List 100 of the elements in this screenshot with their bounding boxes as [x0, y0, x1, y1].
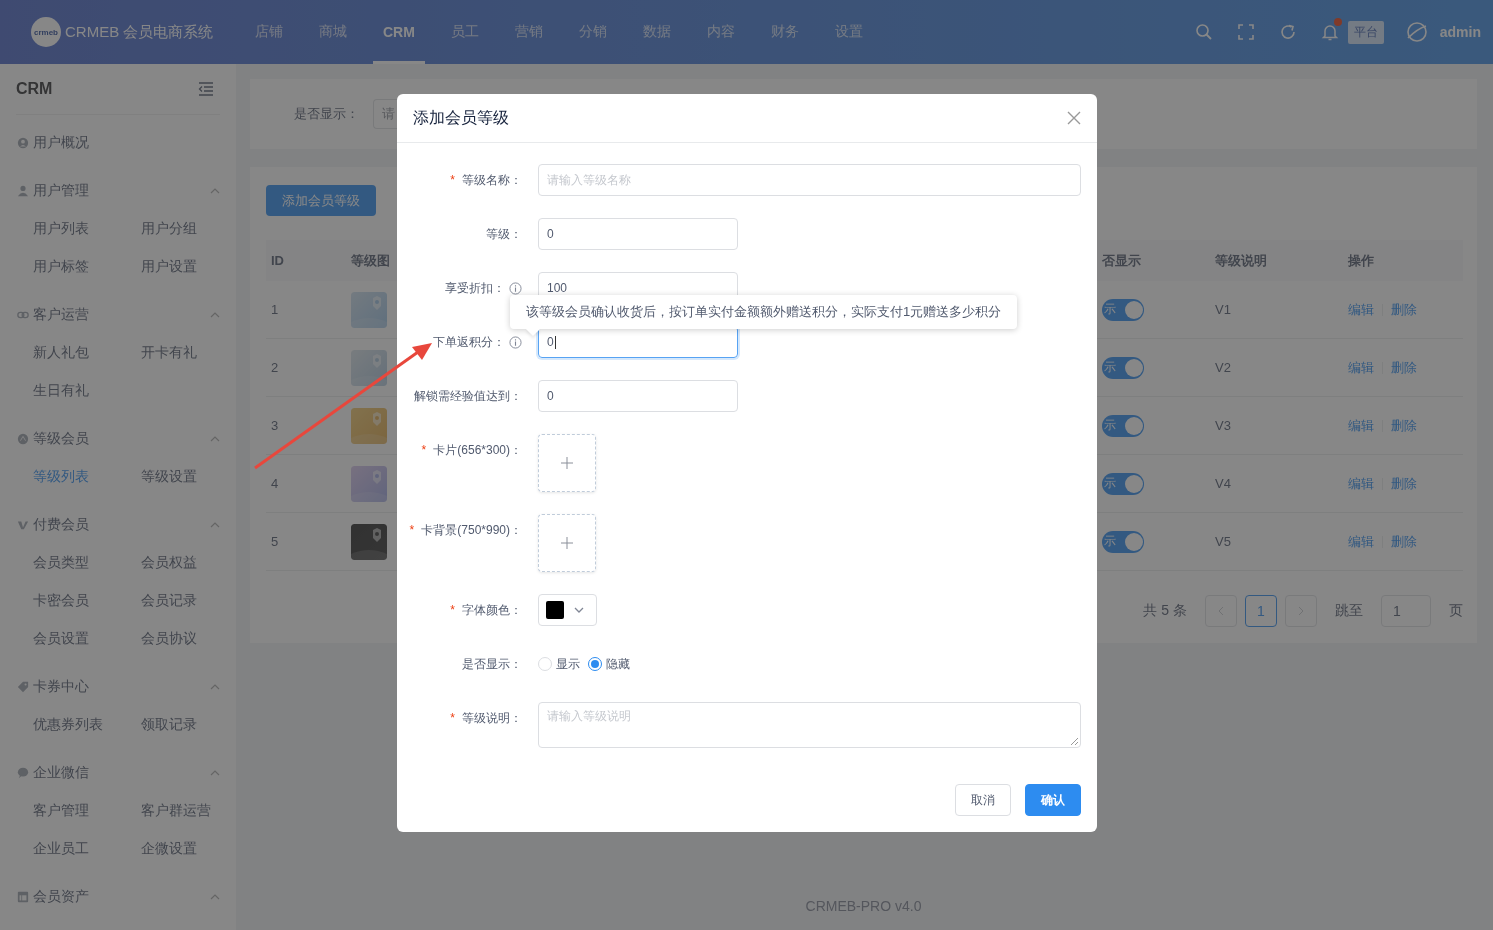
field-label: 卡背景(750*990)： — [421, 522, 522, 539]
field-label: 下单返积分： — [433, 334, 505, 351]
menu-group[interactable]: 卡券中心 — [0, 667, 236, 706]
toggle-switch[interactable]: 示 — [1102, 472, 1144, 495]
menu-item[interactable]: 领取记录 — [141, 706, 236, 744]
field-label: 等级： — [486, 226, 522, 243]
table-cell-text: V5 — [1214, 534, 1232, 549]
page-button[interactable]: 1 — [1245, 595, 1277, 627]
menu-item[interactable]: 用户设置 — [141, 248, 236, 286]
table-cell-text: V1 — [1214, 302, 1232, 317]
field-label: 享受折扣： — [445, 280, 505, 297]
toggle-switch[interactable]: 示 — [1102, 298, 1144, 321]
close-icon[interactable] — [1067, 111, 1081, 125]
edit-link[interactable]: 编辑 — [1348, 300, 1374, 319]
menu-group[interactable]: 用户概况 — [0, 123, 236, 162]
delete-link[interactable]: 删除 — [1391, 358, 1417, 377]
field-label: 是否显示： — [462, 656, 522, 673]
filter-label: 是否显示： — [294, 105, 359, 123]
menu-item[interactable]: 等级设置 — [141, 458, 236, 496]
person-icon — [17, 184, 29, 197]
search-icon[interactable] — [1193, 22, 1214, 42]
field-label: 字体颜色： — [462, 602, 522, 619]
menu-item[interactable]: 企业员工 — [33, 830, 141, 868]
confirm-button[interactable]: 确认 — [1025, 784, 1081, 816]
menu-item[interactable]: 优惠券列表 — [33, 706, 141, 744]
menu-item[interactable]: 客户管理 — [33, 792, 141, 830]
menu-item[interactable]: 用户列表 — [33, 210, 141, 248]
delete-link[interactable]: 删除 — [1391, 532, 1417, 551]
input-field[interactable]: 0 — [538, 218, 738, 250]
field-label: 等级说明： — [462, 710, 522, 727]
collapse-menu-icon[interactable] — [198, 82, 214, 96]
radio-option[interactable]: 隐藏 — [588, 655, 630, 673]
menu-item[interactable]: 开卡有礼 — [141, 334, 236, 372]
upload-area[interactable] — [538, 434, 596, 492]
field-label: 卡片(656*300)： — [433, 442, 522, 459]
menu-item[interactable]: 卡密会员 — [33, 582, 141, 620]
radio-option[interactable]: 显示 — [538, 655, 580, 673]
menu-group[interactable]: 客户运营 — [0, 295, 236, 334]
user-name[interactable]: admin — [1439, 24, 1481, 40]
menu-item[interactable]: 生日有礼 — [33, 372, 141, 410]
required-mark: * — [409, 522, 415, 539]
table-cell-text: V2 — [1214, 360, 1232, 375]
menu-item[interactable]: 会员设置 — [33, 620, 141, 658]
input-field[interactable]: 0 — [538, 380, 738, 412]
required-mark: * — [450, 602, 455, 619]
edit-link[interactable]: 编辑 — [1348, 532, 1374, 551]
toggle-switch[interactable]: 示 — [1102, 356, 1144, 379]
logo: crmeb — [31, 17, 61, 47]
table-cell-text: V4 — [1214, 476, 1232, 491]
required-mark: * — [450, 710, 455, 727]
menu-item[interactable]: 用户分组 — [141, 210, 236, 248]
table-cell-text: 2 — [270, 360, 280, 375]
chevron-down-icon — [574, 607, 584, 613]
menu-group[interactable]: 企业微信 — [0, 753, 236, 792]
table-cell-text: 3 — [270, 418, 280, 433]
table-cell-text: 5 — [270, 534, 280, 549]
fullscreen-icon[interactable] — [1235, 22, 1256, 42]
upload-area[interactable] — [538, 514, 596, 572]
menu-item[interactable]: 新人礼包 — [33, 334, 141, 372]
menu-item[interactable]: 会员记录 — [141, 582, 236, 620]
delete-link[interactable]: 删除 — [1391, 474, 1417, 493]
menu-item[interactable]: 会员权益 — [141, 544, 236, 582]
chat-icon — [17, 766, 29, 779]
menu-group[interactable]: 付费会员 — [0, 505, 236, 544]
menu-item[interactable]: 等级列表 — [33, 458, 141, 496]
avatar-icon[interactable] — [1405, 21, 1428, 43]
toggle-switch[interactable]: 示 — [1102, 414, 1144, 437]
menu-item[interactable]: 客户群运营 — [141, 792, 236, 830]
menu-item[interactable]: 会员类型 — [33, 544, 141, 582]
edit-link[interactable]: 编辑 — [1348, 474, 1374, 493]
required-mark: * — [421, 442, 427, 459]
plus-icon — [561, 457, 573, 469]
menu-group[interactable]: 会员资产 — [0, 877, 236, 916]
menu-item[interactable]: 会员协议 — [141, 620, 236, 658]
delete-link[interactable]: 删除 — [1391, 300, 1417, 319]
edit-link[interactable]: 编辑 — [1348, 358, 1374, 377]
tag-icon — [17, 680, 29, 693]
field-label: 等级名称： — [462, 172, 522, 189]
toggle-switch[interactable]: 示 — [1102, 530, 1144, 553]
menu-item[interactable]: 用户标签 — [33, 248, 141, 286]
plus-icon — [561, 537, 573, 549]
delete-link[interactable]: 删除 — [1391, 416, 1417, 435]
add-level-button[interactable]: 添加会员等级 — [266, 185, 376, 216]
nav-tab[interactable]: CRM — [373, 0, 425, 64]
required-mark: * — [450, 172, 455, 189]
menu-group[interactable]: 等级会员 — [0, 419, 236, 458]
color-picker[interactable] — [538, 594, 597, 626]
field-label: 解锁需经验值达到： — [414, 388, 522, 405]
cancel-button[interactable]: 取消 — [955, 784, 1011, 816]
resize-grip-icon[interactable] — [1070, 737, 1079, 746]
page-input[interactable]: 1 — [1381, 595, 1431, 627]
menu-group[interactable]: 用户管理 — [0, 171, 236, 210]
menu-item[interactable]: 企微设置 — [141, 830, 236, 868]
user-circle-icon — [17, 136, 29, 149]
table-cell-text: V3 — [1214, 418, 1232, 433]
dialog-title: 添加会员等级 — [413, 107, 509, 128]
page-suffix: 页 — [1449, 602, 1463, 620]
total-count: 共 5 条 — [1143, 602, 1187, 620]
badge-icon — [17, 432, 29, 445]
edit-link[interactable]: 编辑 — [1348, 416, 1374, 435]
